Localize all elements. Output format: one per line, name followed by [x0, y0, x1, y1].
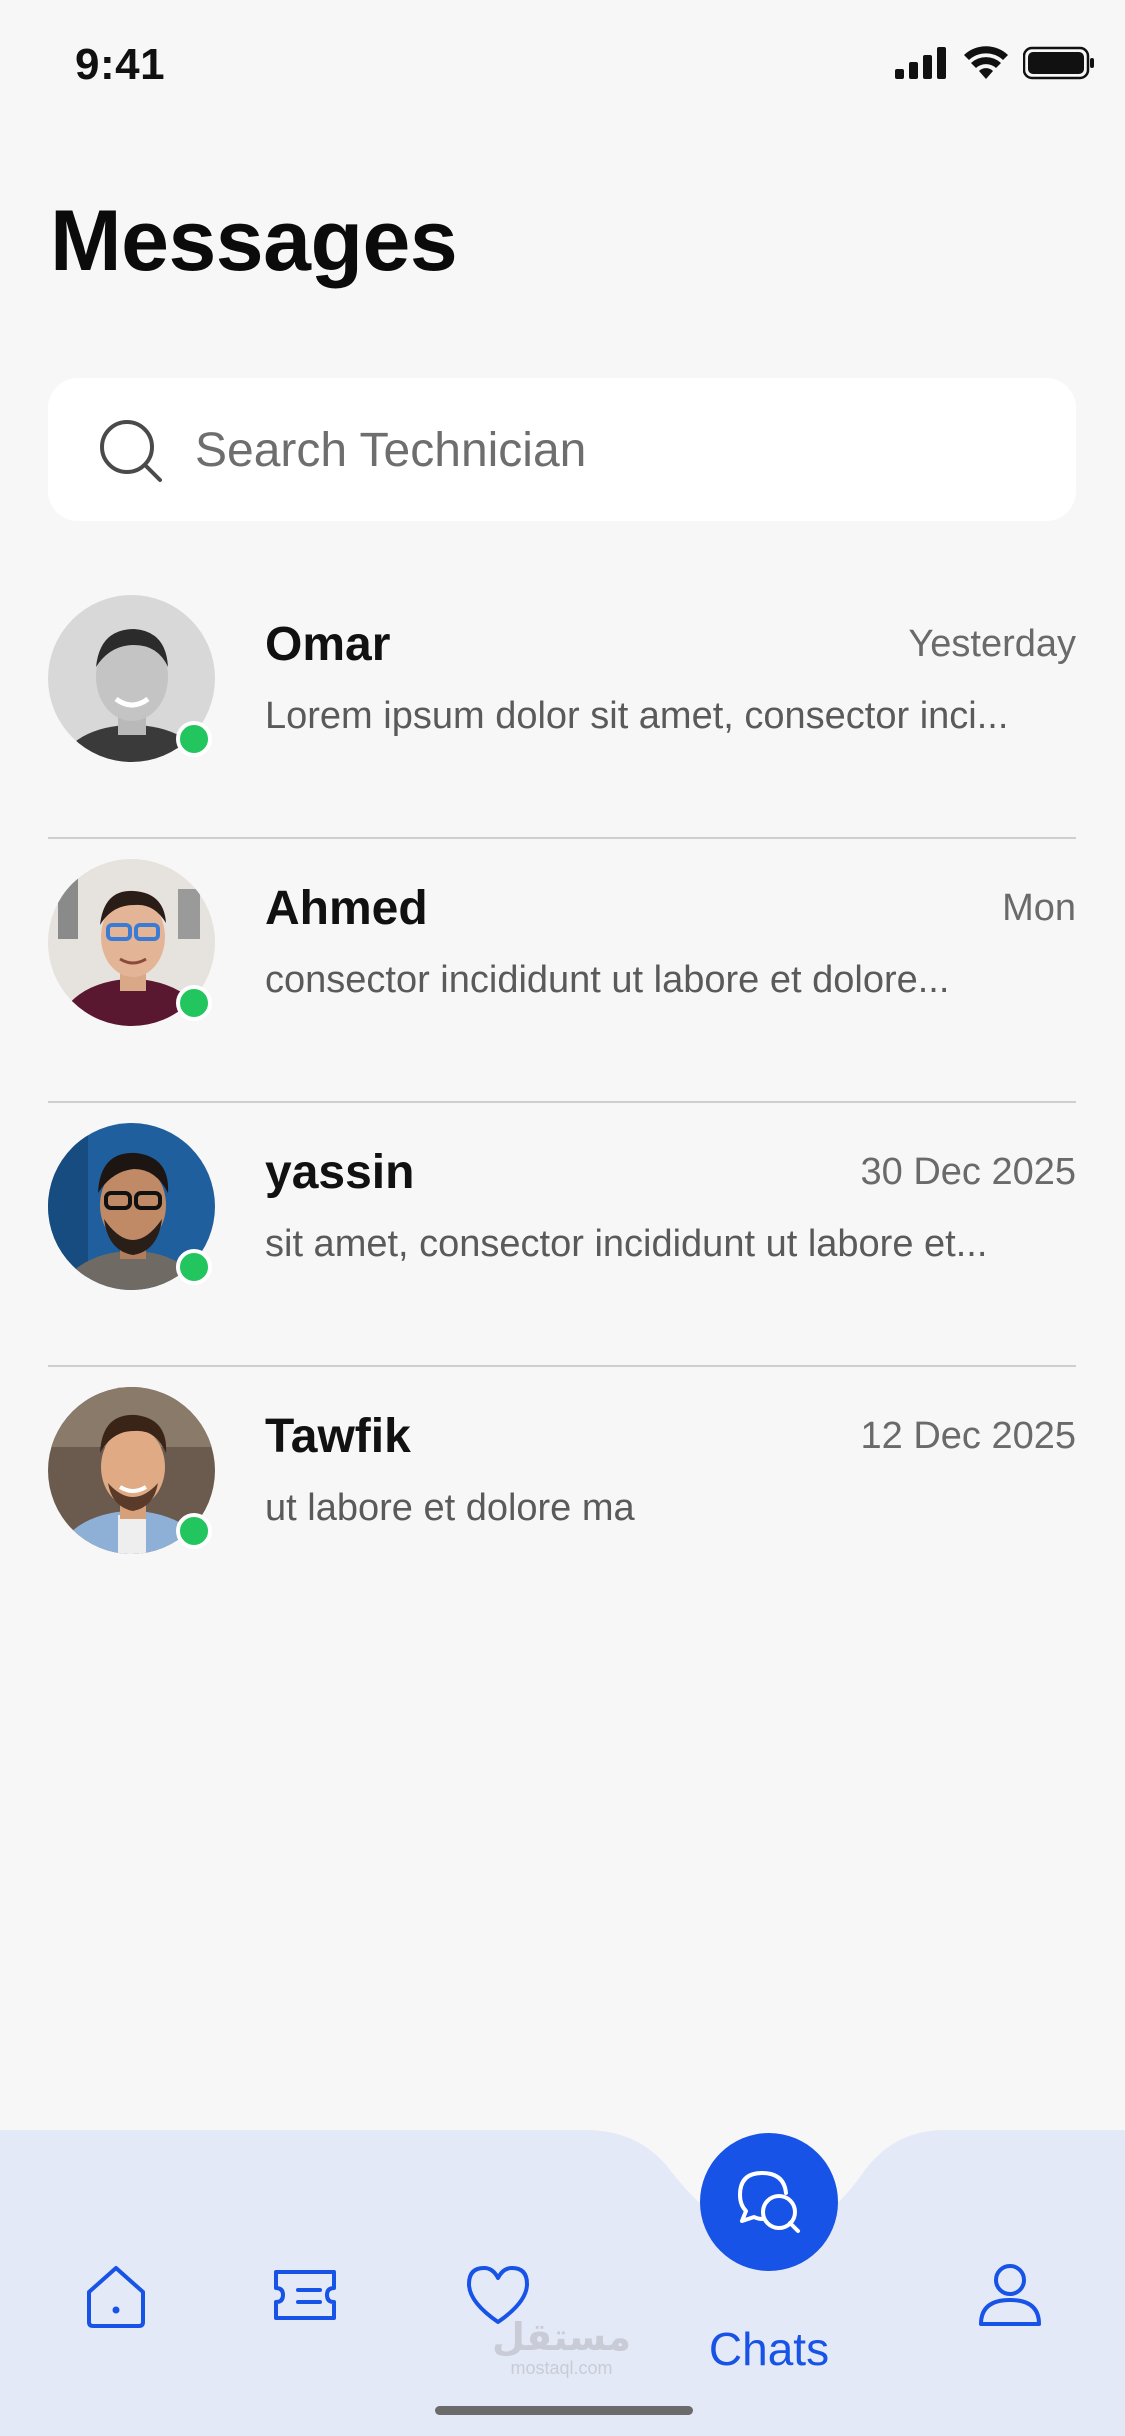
- bottom-nav-background: [0, 2130, 1125, 2436]
- chat-item-ahmed[interactable]: Ahmed Mon consector incididunt ut labore…: [0, 839, 1125, 1103]
- chat-name: Tawfik: [265, 1410, 411, 1463]
- status-time: 9:41: [75, 40, 166, 89]
- chat-item-tawfik[interactable]: Tawfik 12 Dec 2025 ut labore et dolore m…: [0, 1367, 1125, 1631]
- chat-preview: sit amet, consector incididunt ut labore…: [265, 1223, 988, 1265]
- online-status-dot: [176, 1249, 212, 1285]
- home-indicator: [435, 2406, 693, 2415]
- chat-time: 30 Dec 2025: [860, 1151, 1077, 1193]
- chat-time: Yesterday: [908, 623, 1076, 665]
- user-icon: [979, 2264, 1041, 2326]
- ticket-icon: [274, 2270, 336, 2320]
- watermark-latin: mostaql.com: [510, 2358, 613, 2378]
- chat-preview: consector incididunt ut labore et dolore…: [265, 959, 950, 1001]
- status-icons: [895, 46, 1095, 80]
- chat-preview: ut labore et dolore ma: [265, 1487, 635, 1529]
- status-bar: 9:41: [0, 0, 1125, 140]
- nav-chats-button[interactable]: [700, 2133, 838, 2271]
- nav-profile[interactable]: [970, 2255, 1050, 2335]
- chat-preview: Lorem ipsum dolor sit amet, consector in…: [265, 695, 1009, 737]
- online-status-dot: [176, 1513, 212, 1549]
- nav-chats-label[interactable]: Chats: [700, 2322, 838, 2376]
- nav-home[interactable]: [76, 2255, 156, 2335]
- online-status-dot: [176, 721, 212, 757]
- home-icon: [87, 2266, 145, 2328]
- battery-icon: [1023, 46, 1094, 80]
- bottom-nav: [0, 2130, 1125, 2436]
- search-input[interactable]: [193, 378, 1037, 523]
- chat-time: 12 Dec 2025: [860, 1415, 1077, 1457]
- chat-name: Omar: [265, 618, 391, 671]
- wifi-icon: [964, 46, 1008, 79]
- online-status-dot: [176, 985, 212, 1021]
- chat-time: Mon: [1002, 887, 1076, 929]
- chat-item-yassin[interactable]: yassin 30 Dec 2025 sit amet, consector i…: [0, 1103, 1125, 1367]
- page-title: Messages: [50, 193, 458, 289]
- chat-list: Omar Yesterday Lorem ipsum dolor sit ame…: [0, 575, 1125, 1631]
- search-bar[interactable]: [48, 378, 1076, 523]
- watermark: مستقل mostaql.com: [492, 2318, 631, 2379]
- watermark-arabic: مستقل: [492, 2317, 631, 2359]
- chat-item-omar[interactable]: Omar Yesterday Lorem ipsum dolor sit ame…: [0, 575, 1125, 839]
- chats-icon: [738, 2171, 800, 2233]
- nav-tickets[interactable]: [265, 2255, 345, 2335]
- chat-name: Ahmed: [265, 882, 428, 935]
- cellular-signal-icon: [895, 47, 946, 79]
- search-icon: [100, 420, 162, 482]
- chat-name: yassin: [265, 1146, 415, 1199]
